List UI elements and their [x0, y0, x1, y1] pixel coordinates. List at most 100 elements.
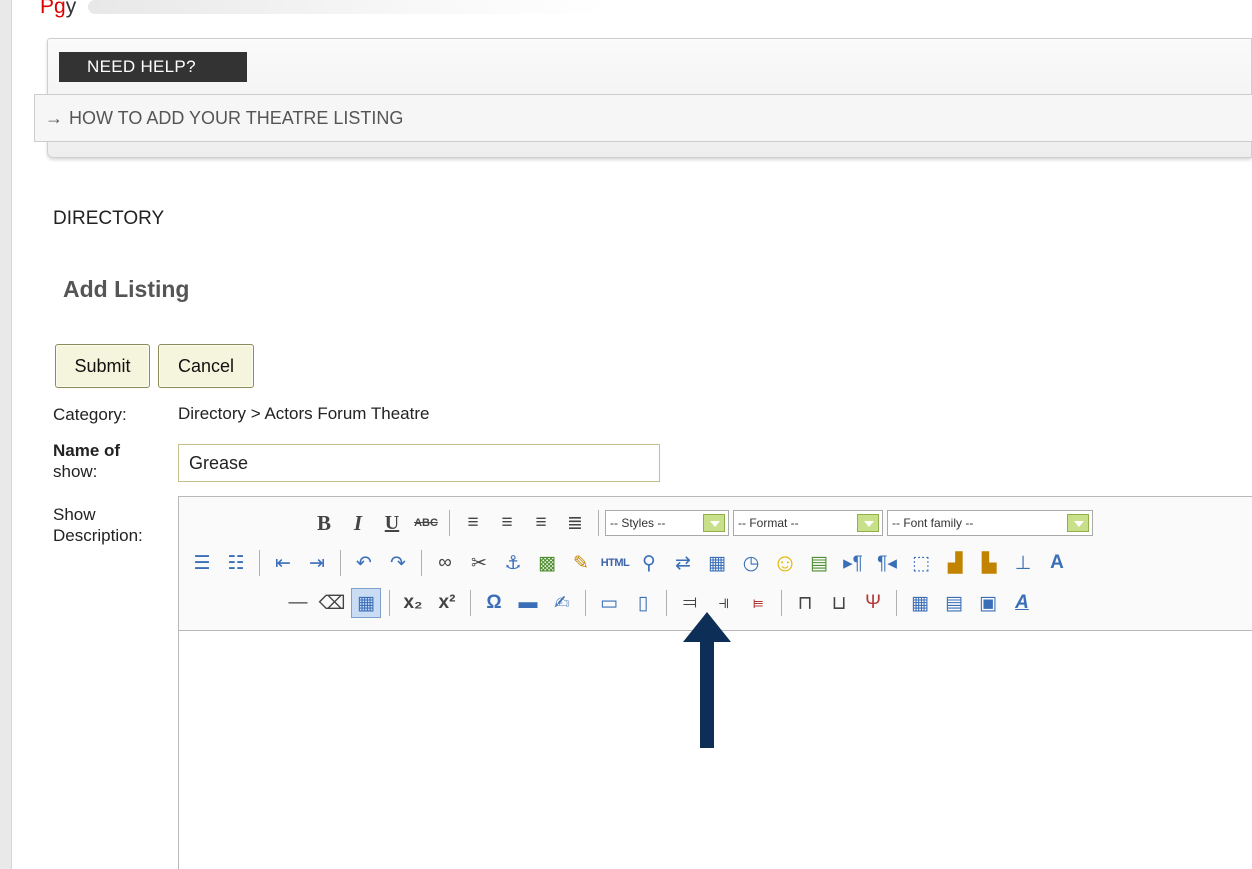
how-to-add-listing-link[interactable]: → HOW TO ADD YOUR THEATRE LISTING: [34, 94, 1252, 142]
format-dropdown-label: -- Format --: [738, 516, 799, 530]
underline-icon[interactable]: U: [377, 508, 407, 538]
directory-breadcrumb: DIRECTORY: [53, 208, 165, 229]
outdent-icon[interactable]: ⇤: [268, 548, 298, 578]
anchor-icon[interactable]: ⚓: [498, 548, 528, 578]
cleanup-brush-icon[interactable]: ✎: [566, 548, 596, 578]
need-help-tab[interactable]: NEED HELP?: [59, 52, 247, 82]
styleprops-icon[interactable]: A: [1007, 588, 1037, 618]
subscript-icon[interactable]: x₂: [398, 588, 428, 618]
format-dropdown[interactable]: -- Format --: [733, 510, 883, 536]
toolbar-separator: [470, 590, 471, 616]
italic-icon[interactable]: I: [343, 508, 373, 538]
styles-dropdown[interactable]: -- Styles --: [605, 510, 729, 536]
toolbar-row-3: — ⌫ ▦ x₂ x² Ω ▬ ✍ ▭ ▯ ⫤ ⫣ ⫢ ⊓ ⊔ Ψ ▦ ▤ ▣ …: [281, 585, 1039, 621]
layer-icon[interactable]: ⬚: [906, 548, 936, 578]
bold-icon[interactable]: B: [309, 508, 339, 538]
insert-layer-icon[interactable]: ▭: [594, 588, 624, 618]
toolbar-separator: [340, 550, 341, 576]
name-of-show-input[interactable]: [178, 444, 660, 482]
text-color-icon[interactable]: A: [1042, 548, 1072, 578]
align-right-icon[interactable]: ≡: [526, 508, 556, 538]
page-title: Add Listing: [63, 276, 190, 302]
strikethrough-icon[interactable]: ABC: [411, 508, 441, 538]
rich-text-editor: B I U ABC ≡ ≡ ≡ ≣ -- Styles -- -- Format…: [178, 496, 1252, 869]
insert-row-before-icon[interactable]: ⫤: [675, 588, 705, 618]
description-label-line1: Show: [53, 505, 96, 524]
replace-icon[interactable]: ⇄: [668, 548, 698, 578]
font-family-dropdown-label: -- Font family --: [892, 516, 974, 530]
insert-column-after-icon[interactable]: ⊔: [824, 588, 854, 618]
font-family-dropdown[interactable]: -- Font family --: [887, 510, 1093, 536]
align-justify-icon[interactable]: ≣: [560, 508, 590, 538]
cell-properties-icon[interactable]: ▤: [939, 588, 969, 618]
align-center-icon[interactable]: ≡: [492, 508, 522, 538]
html-source-icon[interactable]: HTML: [600, 548, 630, 578]
special-character-icon[interactable]: Ω: [479, 588, 509, 618]
toolbar-separator: [449, 510, 450, 536]
remove-format-icon[interactable]: ⌫: [317, 588, 347, 618]
image-icon[interactable]: ▩: [532, 548, 562, 578]
chevron-down-icon: [703, 514, 725, 532]
toolbar-separator: [389, 590, 390, 616]
row-properties-icon[interactable]: ▣: [973, 588, 1003, 618]
align-left-icon[interactable]: ≡: [458, 508, 488, 538]
insert-row-after-icon[interactable]: ⫣: [709, 588, 739, 618]
how-to-link-label: HOW TO ADD YOUR THEATRE LISTING: [69, 108, 404, 128]
toolbar-separator: [259, 550, 260, 576]
chevron-down-icon: [857, 514, 879, 532]
move-backward-icon[interactable]: ▙: [974, 548, 1004, 578]
rtl-direction-icon[interactable]: ¶◂: [872, 548, 902, 578]
bullet-list-icon[interactable]: ☰: [187, 548, 217, 578]
numbered-list-icon[interactable]: ☷: [221, 548, 251, 578]
toolbar-row-2: ☰ ☷ ⇤ ⇥ ↶ ↷ ∞ ✂ ⚓ ▩ ✎ HTML ⚲ ⇄ ▦ ◷ ☺ ▤ ▸…: [185, 545, 1074, 581]
category-value: Directory > Actors Forum Theatre: [178, 404, 430, 423]
horizontal-line-icon[interactable]: ▬: [513, 588, 543, 618]
unlink-icon[interactable]: ✂: [464, 548, 494, 578]
right-arrow-icon: →: [45, 108, 63, 128]
horizontal-rule-icon[interactable]: —: [283, 588, 313, 618]
top-caption: Pgy: [40, 0, 609, 20]
styles-dropdown-label: -- Styles --: [610, 516, 666, 530]
undo-icon[interactable]: ↶: [349, 548, 379, 578]
show-description-label: Show Description:: [53, 504, 143, 546]
absolute-position-icon[interactable]: ⊥: [1008, 548, 1038, 578]
find-replace-icon[interactable]: ⚲: [634, 548, 664, 578]
delete-column-icon[interactable]: Ψ: [858, 588, 888, 618]
name-of-show-label: Name of show:: [53, 440, 120, 482]
toolbar-separator: [896, 590, 897, 616]
cancel-button[interactable]: Cancel: [158, 344, 254, 388]
emoticon-icon[interactable]: ☺: [770, 548, 800, 578]
toolbar-separator: [421, 550, 422, 576]
chevron-down-icon: [1067, 514, 1089, 532]
editor-toolbar: B I U ABC ≡ ≡ ≡ ≣ -- Styles -- -- Format…: [179, 497, 1252, 631]
move-forward-icon[interactable]: ▟: [940, 548, 970, 578]
insert-date-icon[interactable]: ▦: [702, 548, 732, 578]
editor-content-area[interactable]: [179, 631, 1252, 869]
left-page-rail: [0, 0, 12, 869]
toolbar-row-1: B I U ABC ≡ ≡ ≡ ≣ -- Styles -- -- Format…: [307, 505, 1097, 541]
blurred-caption-text: [88, 0, 609, 15]
category-label: Category:: [53, 405, 127, 424]
insert-column-before-icon[interactable]: ⊓: [790, 588, 820, 618]
toolbar-separator: [781, 590, 782, 616]
table-properties-icon[interactable]: ▦: [905, 588, 935, 618]
ltr-direction-icon[interactable]: ▸¶: [838, 548, 868, 578]
caption-red-text: Pg: [40, 0, 66, 18]
delete-row-icon[interactable]: ⫢: [743, 588, 773, 618]
toolbar-separator: [666, 590, 667, 616]
superscript-icon[interactable]: x²: [432, 588, 462, 618]
redo-icon[interactable]: ↷: [383, 548, 413, 578]
media-icon[interactable]: ▤: [804, 548, 834, 578]
description-label-line2: Description:: [53, 526, 143, 545]
name-label-line1: Name of: [53, 441, 121, 460]
page-break-icon[interactable]: ▯: [628, 588, 658, 618]
indent-icon[interactable]: ⇥: [302, 548, 332, 578]
toolbar-separator: [598, 510, 599, 536]
link-icon[interactable]: ∞: [430, 548, 460, 578]
insert-time-icon[interactable]: ◷: [736, 548, 766, 578]
name-label-line2: show:: [53, 462, 98, 481]
table-toggle-icon[interactable]: ▦: [351, 588, 381, 618]
caption-rest-text: y: [65, 0, 77, 18]
submit-button[interactable]: Submit: [55, 344, 150, 388]
edit-form-icon[interactable]: ✍: [547, 588, 577, 618]
